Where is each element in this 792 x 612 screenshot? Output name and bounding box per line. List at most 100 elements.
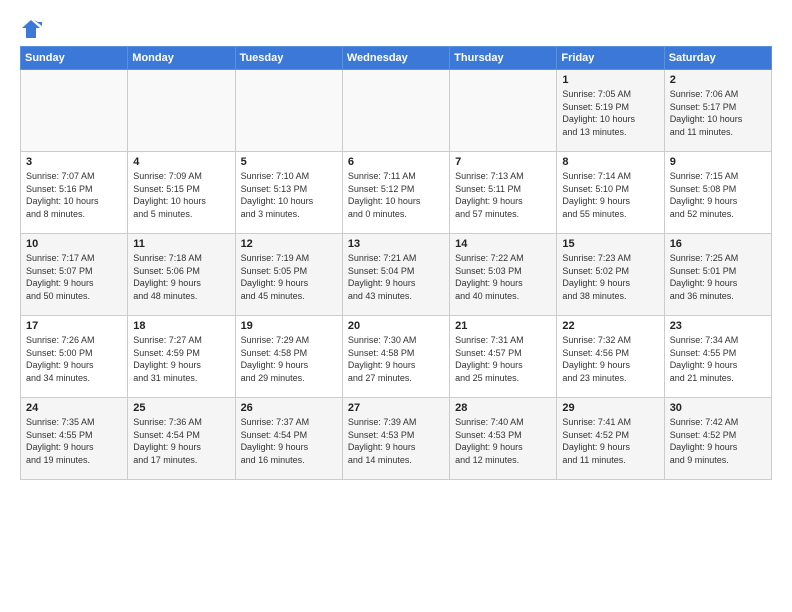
weekday-header-tuesday: Tuesday [235,47,342,70]
day-number: 27 [348,402,444,414]
day-number: 9 [670,156,766,168]
day-number: 10 [26,238,122,250]
calendar-table: SundayMondayTuesdayWednesdayThursdayFrid… [20,46,772,480]
day-number: 11 [133,238,229,250]
calendar-cell: 8 Sunrise: 7:14 AM Sunset: 5:10 PM Daylig… [557,152,664,234]
day-number: 25 [133,402,229,414]
day-number: 21 [455,320,551,332]
logo [20,18,46,40]
calendar-cell: 19 Sunrise: 7:29 AM Sunset: 4:58 PM Dayli… [235,316,342,398]
week-row-5: 24 Sunrise: 7:35 AM Sunset: 4:55 PM Dayli… [21,398,772,480]
calendar-cell: 20Sunrise: 7:30 AM Sunset: 4:58 PM Dayli… [342,316,449,398]
calendar-cell [235,70,342,152]
day-number: 3 [26,156,122,168]
day-info: Sunrise: 7:32 AM Sunset: 4:56 PM Dayligh… [562,334,658,384]
calendar-cell: 10 Sunrise: 7:17 AM Sunset: 5:07 PM Dayli… [21,234,128,316]
day-number: 22 [562,320,658,332]
day-number: 8 [562,156,658,168]
calendar-cell: 2 Sunrise: 7:06 AM Sunset: 5:17 PM Daylig… [664,70,771,152]
day-info: Sunrise: 7:18 AM Sunset: 5:06 PM Dayligh… [133,252,229,302]
calendar-cell: 13 Sunrise: 7:21 AM Sunset: 5:04 PM Dayli… [342,234,449,316]
day-info: Sunrise: 7:39 AM Sunset: 4:53 PM Dayligh… [348,416,444,466]
calendar-cell: 25 Sunrise: 7:36 AM Sunset: 4:54 PM Dayli… [128,398,235,480]
logo-icon [20,18,42,40]
calendar-cell [342,70,449,152]
calendar-cell [128,70,235,152]
day-info: Sunrise: 7:27 AM Sunset: 4:59 PM Dayligh… [133,334,229,384]
day-number: 15 [562,238,658,250]
calendar-cell: 11 Sunrise: 7:18 AM Sunset: 5:06 PM Dayli… [128,234,235,316]
calendar-cell: 9 Sunrise: 7:15 AM Sunset: 5:08 PM Daylig… [664,152,771,234]
day-number: 14 [455,238,551,250]
weekday-header-monday: Monday [128,47,235,70]
calendar-cell [450,70,557,152]
day-number: 30 [670,402,766,414]
day-info: Sunrise: 7:23 AM Sunset: 5:02 PM Dayligh… [562,252,658,302]
calendar-cell: 16 Sunrise: 7:25 AM Sunset: 5:01 PM Dayli… [664,234,771,316]
calendar-cell: 15 Sunrise: 7:23 AM Sunset: 5:02 PM Dayli… [557,234,664,316]
day-info: Sunrise: 7:15 AM Sunset: 5:08 PM Dayligh… [670,170,766,220]
calendar-cell: 18 Sunrise: 7:27 AM Sunset: 4:59 PM Dayli… [128,316,235,398]
day-number: 12 [241,238,337,250]
day-info: Sunrise: 7:40 AM Sunset: 4:53 PM Dayligh… [455,416,551,466]
day-number: 18 [133,320,229,332]
calendar-cell: 24 Sunrise: 7:35 AM Sunset: 4:55 PM Dayli… [21,398,128,480]
day-number: 16 [670,238,766,250]
calendar-cell: 30 Sunrise: 7:42 AM Sunset: 4:52 PM Dayli… [664,398,771,480]
day-info: Sunrise: 7:05 AM Sunset: 5:19 PM Dayligh… [562,88,658,138]
day-number: 6 [348,156,444,168]
week-row-2: 3 Sunrise: 7:07 AM Sunset: 5:16 PM Daylig… [21,152,772,234]
day-info: Sunrise: 7:42 AM Sunset: 4:52 PM Dayligh… [670,416,766,466]
weekday-header-wednesday: Wednesday [342,47,449,70]
day-info: Sunrise: 7:17 AM Sunset: 5:07 PM Dayligh… [26,252,122,302]
calendar-page: SundayMondayTuesdayWednesdayThursdayFrid… [0,0,792,612]
calendar-cell: 28 Sunrise: 7:40 AM Sunset: 4:53 PM Dayli… [450,398,557,480]
calendar-cell: 29Sunrise: 7:41 AM Sunset: 4:52 PM Dayli… [557,398,664,480]
week-row-1: 1 Sunrise: 7:05 AM Sunset: 5:19 PM Daylig… [21,70,772,152]
calendar-cell: 23 Sunrise: 7:34 AM Sunset: 4:55 PM Dayli… [664,316,771,398]
weekday-header-saturday: Saturday [664,47,771,70]
day-info: Sunrise: 7:07 AM Sunset: 5:16 PM Dayligh… [26,170,122,220]
day-number: 24 [26,402,122,414]
day-number: 23 [670,320,766,332]
day-number: 28 [455,402,551,414]
weekday-header-thursday: Thursday [450,47,557,70]
calendar-cell [21,70,128,152]
day-info: Sunrise: 7:31 AM Sunset: 4:57 PM Dayligh… [455,334,551,384]
day-number: 2 [670,74,766,86]
day-info: Sunrise: 7:26 AM Sunset: 5:00 PM Dayligh… [26,334,122,384]
day-info: Sunrise: 7:36 AM Sunset: 4:54 PM Dayligh… [133,416,229,466]
calendar-cell: 7Sunrise: 7:13 AM Sunset: 5:11 PM Daylig… [450,152,557,234]
calendar-cell: 14 Sunrise: 7:22 AM Sunset: 5:03 PM Dayli… [450,234,557,316]
day-number: 17 [26,320,122,332]
day-number: 29 [562,402,658,414]
header [20,18,772,40]
calendar-cell: 26Sunrise: 7:37 AM Sunset: 4:54 PM Dayli… [235,398,342,480]
week-row-4: 17 Sunrise: 7:26 AM Sunset: 5:00 PM Dayli… [21,316,772,398]
calendar-cell: 5Sunrise: 7:10 AM Sunset: 5:13 PM Daylig… [235,152,342,234]
day-info: Sunrise: 7:25 AM Sunset: 5:01 PM Dayligh… [670,252,766,302]
day-info: Sunrise: 7:09 AM Sunset: 5:15 PM Dayligh… [133,170,229,220]
day-info: Sunrise: 7:29 AM Sunset: 4:58 PM Dayligh… [241,334,337,384]
day-info: Sunrise: 7:30 AM Sunset: 4:58 PM Dayligh… [348,334,444,384]
calendar-cell: 4 Sunrise: 7:09 AM Sunset: 5:15 PM Daylig… [128,152,235,234]
day-info: Sunrise: 7:35 AM Sunset: 4:55 PM Dayligh… [26,416,122,466]
calendar-cell: 27 Sunrise: 7:39 AM Sunset: 4:53 PM Dayli… [342,398,449,480]
day-info: Sunrise: 7:22 AM Sunset: 5:03 PM Dayligh… [455,252,551,302]
day-number: 19 [241,320,337,332]
week-row-3: 10 Sunrise: 7:17 AM Sunset: 5:07 PM Dayli… [21,234,772,316]
day-info: Sunrise: 7:10 AM Sunset: 5:13 PM Dayligh… [241,170,337,220]
calendar-cell: 12Sunrise: 7:19 AM Sunset: 5:05 PM Dayli… [235,234,342,316]
day-info: Sunrise: 7:21 AM Sunset: 5:04 PM Dayligh… [348,252,444,302]
day-info: Sunrise: 7:14 AM Sunset: 5:10 PM Dayligh… [562,170,658,220]
day-info: Sunrise: 7:06 AM Sunset: 5:17 PM Dayligh… [670,88,766,138]
calendar-cell: 21 Sunrise: 7:31 AM Sunset: 4:57 PM Dayli… [450,316,557,398]
day-info: Sunrise: 7:13 AM Sunset: 5:11 PM Dayligh… [455,170,551,220]
day-number: 4 [133,156,229,168]
day-info: Sunrise: 7:34 AM Sunset: 4:55 PM Dayligh… [670,334,766,384]
day-number: 13 [348,238,444,250]
day-number: 1 [562,74,658,86]
weekday-header-row: SundayMondayTuesdayWednesdayThursdayFrid… [21,47,772,70]
calendar-cell: 22 Sunrise: 7:32 AM Sunset: 4:56 PM Dayli… [557,316,664,398]
calendar-cell: 6Sunrise: 7:11 AM Sunset: 5:12 PM Daylig… [342,152,449,234]
